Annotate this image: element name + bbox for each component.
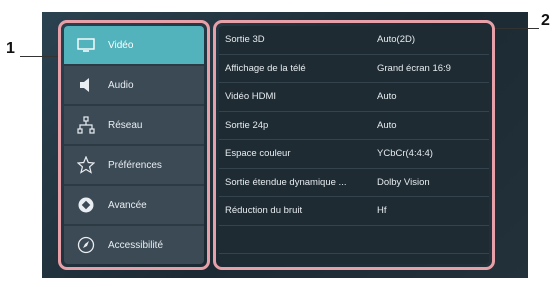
setting-label: Sortie étendue dynamique ... xyxy=(225,176,347,188)
compass-icon xyxy=(76,236,96,254)
star-icon xyxy=(76,156,96,174)
setting-label: Affichage de la télé xyxy=(225,62,306,74)
setting-row-tv-display[interactable]: Affichage de la télé Grand écran 16:9 xyxy=(219,55,489,83)
setting-value: Hf xyxy=(377,205,387,217)
settings-highlight-frame: Sortie 3D Auto(2D) Affichage de la télé … xyxy=(213,20,495,270)
menu-item-network[interactable]: Réseau xyxy=(64,106,204,144)
setting-value: Auto(2D) xyxy=(377,34,416,46)
menu-item-accessibility[interactable]: Accessibilité xyxy=(64,226,204,264)
network-icon xyxy=(76,116,96,134)
setting-row-color-space[interactable]: Espace couleur YCbCr(4:4:4) xyxy=(219,140,489,169)
setting-value: Dolby Vision xyxy=(377,176,430,188)
menu-item-audio[interactable]: Audio xyxy=(64,66,204,104)
callout-line-2 xyxy=(493,28,539,29)
menu-item-label: Vidéo xyxy=(108,39,134,51)
menu-item-label: Accessibilité xyxy=(108,239,164,251)
setting-label: Sortie 24p xyxy=(225,119,269,131)
setting-value: YCbCr(4:4:4) xyxy=(377,148,433,160)
setting-row-noise-reduction[interactable]: Réduction du bruit Hf xyxy=(219,197,489,226)
setting-value: Auto xyxy=(377,119,397,131)
setting-label: Sortie 3D xyxy=(225,34,265,46)
setting-value: Grand écran 16:9 xyxy=(377,62,451,74)
menu-item-label: Audio xyxy=(108,79,134,91)
menu-item-advanced[interactable]: Avancée xyxy=(64,186,204,224)
setting-row-empty xyxy=(219,226,489,254)
advanced-icon xyxy=(76,196,96,214)
setting-row-hdmi-video[interactable]: Vidéo HDMI Auto xyxy=(219,83,489,112)
setting-label: Espace couleur xyxy=(225,148,291,160)
menu-item-video[interactable]: Vidéo xyxy=(64,26,204,64)
callout-line-1 xyxy=(20,56,60,57)
menu-highlight-frame: Vidéo Audio Réseau Préférences Avancée A… xyxy=(58,20,210,270)
monitor-icon xyxy=(76,36,96,54)
setting-label: Vidéo HDMI xyxy=(225,91,277,103)
setting-row-hdr-output[interactable]: Sortie étendue dynamique ... Dolby Visio… xyxy=(219,169,489,197)
setting-value: Auto xyxy=(377,91,397,103)
menu-item-label: Réseau xyxy=(108,119,143,131)
video-settings-list: Sortie 3D Auto(2D) Affichage de la télé … xyxy=(219,26,489,264)
menu-item-label: Avancée xyxy=(108,199,147,211)
callout-number-1: 1 xyxy=(6,40,15,57)
menu-item-label: Préférences xyxy=(108,159,162,171)
speaker-icon xyxy=(76,76,96,94)
settings-category-menu: Vidéo Audio Réseau Préférences Avancée A… xyxy=(64,26,204,264)
menu-item-preferences[interactable]: Préférences xyxy=(64,146,204,184)
callout-number-2: 2 xyxy=(541,12,550,29)
setting-label: Réduction du bruit xyxy=(225,205,303,217)
setting-row-3d-output[interactable]: Sortie 3D Auto(2D) xyxy=(219,26,489,55)
setting-row-24p-output[interactable]: Sortie 24p Auto xyxy=(219,112,489,140)
